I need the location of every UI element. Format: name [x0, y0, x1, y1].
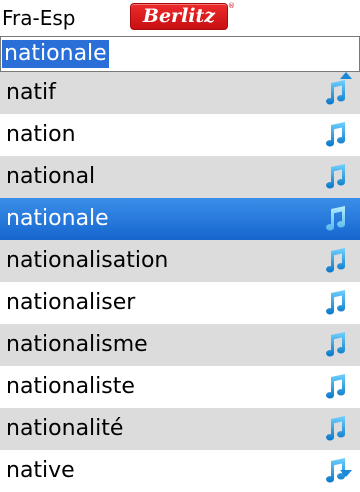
list-item[interactable]: nationaliste: [0, 366, 360, 408]
search-input-value[interactable]: nationale: [2, 40, 109, 68]
list-item-label: native: [6, 458, 75, 483]
list-item-selected[interactable]: nationale: [0, 198, 360, 240]
list-item[interactable]: nationalité: [0, 408, 360, 450]
list-item[interactable]: nationaliser: [0, 282, 360, 324]
list-item-label: nationalité: [6, 416, 124, 441]
list-item[interactable]: nationalisme: [0, 324, 360, 366]
word-list: natif nation national nationale national…: [0, 72, 360, 492]
list-item[interactable]: natif: [0, 72, 360, 114]
list-item[interactable]: national: [0, 156, 360, 198]
scroll-down-arrow-icon[interactable]: [340, 470, 352, 477]
berlitz-logo: Berlitz: [130, 3, 228, 30]
list-item-label: natif: [6, 80, 56, 105]
list-item-label: national: [6, 164, 96, 189]
list-item-label: nationaliste: [6, 374, 135, 399]
list-item-label: nationalisme: [6, 332, 148, 357]
music-note-icon[interactable]: [320, 204, 350, 234]
list-item-label: nationalisation: [6, 248, 169, 273]
list-item-label: nation: [6, 122, 76, 147]
music-note-icon[interactable]: [320, 288, 350, 318]
music-note-icon[interactable]: [320, 372, 350, 402]
language-pair-label: Fra-Esp: [2, 6, 76, 30]
list-item[interactable]: nationalisation: [0, 240, 360, 282]
music-note-icon[interactable]: [320, 246, 350, 276]
music-note-icon[interactable]: [320, 414, 350, 444]
list-item-label: nationaliser: [6, 290, 136, 315]
music-note-icon[interactable]: [320, 330, 350, 360]
registered-mark: ®: [228, 2, 235, 10]
music-note-icon[interactable]: [320, 162, 350, 192]
list-item[interactable]: native: [0, 450, 360, 492]
list-item-label: nationale: [6, 206, 109, 231]
list-item[interactable]: nation: [0, 114, 360, 156]
music-note-icon[interactable]: [320, 78, 350, 108]
scroll-up-arrow-icon[interactable]: [340, 72, 352, 79]
app-header: Fra-Esp Berlitz ®: [0, 0, 360, 36]
music-note-icon[interactable]: [320, 120, 350, 150]
search-input[interactable]: nationale: [0, 36, 360, 72]
